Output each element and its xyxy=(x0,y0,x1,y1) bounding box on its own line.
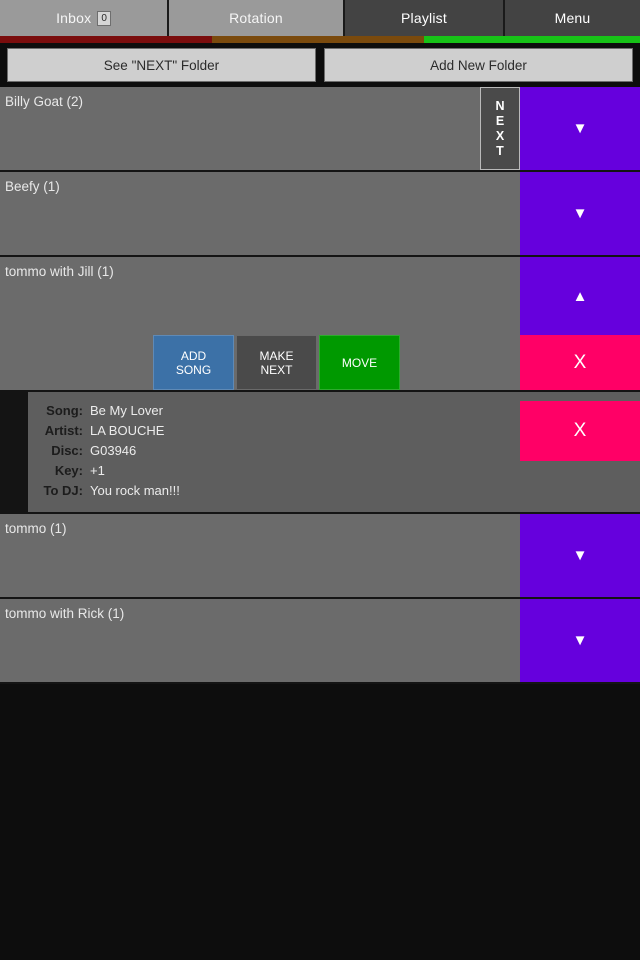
folder-name: Beefy (1) xyxy=(5,179,60,194)
move-button[interactable]: MOVE xyxy=(319,335,400,390)
expand-folder-button[interactable]: ▼ xyxy=(520,172,640,255)
chevron-down-icon: ▼ xyxy=(572,120,588,137)
make-next-label-line2: NEXT xyxy=(260,362,293,377)
tab-playlist-label: Playlist xyxy=(401,10,447,26)
tab-inbox-label: Inbox xyxy=(56,10,92,26)
folder-row-main[interactable]: Billy Goat (2) xyxy=(0,87,480,170)
underline-segment-rotation xyxy=(212,36,424,43)
chevron-down-icon: ▼ xyxy=(572,632,588,649)
song-field-artist: Artist: LA BOUCHE xyxy=(28,421,520,441)
song-field-key: Key: +1 xyxy=(28,461,520,481)
tab-menu-label: Menu xyxy=(554,10,591,26)
artist-label: Artist: xyxy=(44,423,83,438)
song-value: Be My Lover xyxy=(90,403,163,418)
empty-area xyxy=(0,684,640,960)
song-detail-panel[interactable]: Song: Be My Lover Artist: LA BOUCHE Disc… xyxy=(28,392,640,512)
to-dj-label: To DJ: xyxy=(43,483,83,498)
artist-value: LA BOUCHE xyxy=(90,423,165,438)
tab-rotation-label: Rotation xyxy=(229,10,283,26)
folder-name: tommo with Jill (1) xyxy=(5,264,114,279)
folder-action-bar: ADD SONG MAKE NEXT MOVE xyxy=(153,335,400,390)
underline-segment-playlist xyxy=(424,36,640,43)
folder-name: tommo with Rick (1) xyxy=(5,606,125,621)
next-folder-tag: N E X T xyxy=(480,87,520,170)
next-tag-letter-t: T xyxy=(496,143,504,158)
folder-right-controls: ▲ X xyxy=(520,257,640,390)
disc-value: G03946 xyxy=(90,443,137,458)
folder-list: Billy Goat (2) N E X T ▼ Beefy (1) ▼ tom… xyxy=(0,87,640,684)
make-next-label-line1: MAKE xyxy=(259,348,294,363)
see-next-folder-button[interactable]: See "NEXT" Folder xyxy=(7,48,316,82)
app-root: Inbox 0 Rotation Playlist Menu See "NEXT… xyxy=(0,0,640,960)
to-dj-value: You rock man!!! xyxy=(90,483,180,498)
folder-name: tommo (1) xyxy=(5,521,67,536)
song-field-disc: Disc: G03946 xyxy=(28,441,520,461)
folder-row-beefy[interactable]: Beefy (1) ▼ xyxy=(0,172,640,257)
add-song-label-line2: SONG xyxy=(175,362,212,377)
chevron-up-icon: ▲ xyxy=(572,287,588,305)
inbox-count-badge: 0 xyxy=(97,10,111,26)
key-value: +1 xyxy=(90,463,105,478)
chevron-down-icon: ▼ xyxy=(572,547,588,564)
expand-folder-button[interactable]: ▼ xyxy=(520,599,640,682)
tab-bar: Inbox 0 Rotation Playlist Menu xyxy=(0,0,640,36)
tab-playlist[interactable]: Playlist xyxy=(345,0,505,36)
tab-underline-strip xyxy=(0,36,640,43)
folder-row-main[interactable]: Beefy (1) xyxy=(0,172,520,255)
tab-menu[interactable]: Menu xyxy=(505,0,640,36)
folder-row-main[interactable]: tommo with Jill (1) ADD SONG MAKE NEXT M… xyxy=(0,257,520,390)
collapse-folder-button[interactable]: ▲ xyxy=(520,257,640,335)
folder-row-tommo[interactable]: tommo (1) ▼ xyxy=(0,514,640,599)
song-field-song: Song: Be My Lover xyxy=(28,401,520,421)
add-song-button[interactable]: ADD SONG xyxy=(153,335,234,390)
song-field-list: Song: Be My Lover Artist: LA BOUCHE Disc… xyxy=(28,401,520,501)
key-label: Key: xyxy=(54,463,83,478)
next-tag-letter-x: X xyxy=(495,128,505,143)
folder-row-main[interactable]: tommo with Rick (1) xyxy=(0,599,520,682)
add-new-folder-button[interactable]: Add New Folder xyxy=(324,48,633,82)
song-label: Song: xyxy=(46,403,83,418)
expand-folder-button[interactable]: ▼ xyxy=(520,87,640,170)
make-next-button[interactable]: MAKE NEXT xyxy=(236,335,317,390)
underline-segment-inbox xyxy=(0,36,212,43)
folder-name: Billy Goat (2) xyxy=(5,94,84,109)
delete-song-button[interactable]: X xyxy=(520,401,640,461)
expand-folder-button[interactable]: ▼ xyxy=(520,514,640,597)
folder-row-billy-goat[interactable]: Billy Goat (2) N E X T ▼ xyxy=(0,87,640,172)
add-song-label-line1: ADD xyxy=(180,348,207,363)
song-detail-row: Song: Be My Lover Artist: LA BOUCHE Disc… xyxy=(0,392,640,514)
next-tag-letter-e: E xyxy=(495,113,505,128)
folder-row-tommo-with-rick[interactable]: tommo with Rick (1) ▼ xyxy=(0,599,640,684)
chevron-down-icon: ▼ xyxy=(572,205,588,222)
tab-inbox[interactable]: Inbox 0 xyxy=(0,0,169,36)
song-field-to-dj: To DJ: You rock man!!! xyxy=(28,481,520,501)
folder-row-tommo-with-jill[interactable]: tommo with Jill (1) ADD SONG MAKE NEXT M… xyxy=(0,257,640,392)
next-tag-letter-n: N xyxy=(495,98,505,113)
folder-row-main[interactable]: tommo (1) xyxy=(0,514,520,597)
folder-toolbar: See "NEXT" Folder Add New Folder xyxy=(0,43,640,87)
disc-label: Disc: xyxy=(51,443,83,458)
move-label: MOVE xyxy=(341,355,378,370)
tab-rotation[interactable]: Rotation xyxy=(169,0,345,36)
delete-folder-button[interactable]: X xyxy=(520,335,640,390)
song-indent-spacer xyxy=(0,392,28,512)
